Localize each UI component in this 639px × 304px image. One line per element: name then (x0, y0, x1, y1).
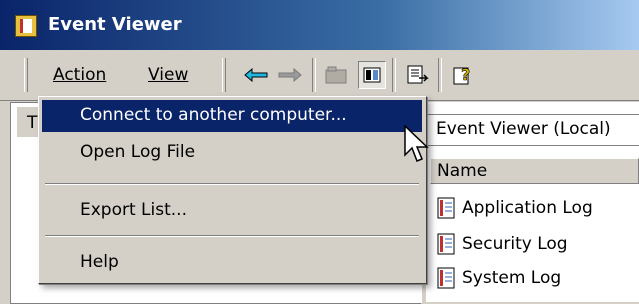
show-hide-tree-icon[interactable] (358, 61, 386, 89)
list-item[interactable]: System Log (436, 264, 561, 292)
svg-text:?: ? (461, 65, 470, 84)
details-pane[interactable]: Event Viewer (Local) Name Application Lo… (426, 102, 639, 302)
log-file-icon (437, 233, 455, 255)
menu-item-open-log-file[interactable]: Open Log File (42, 137, 422, 169)
export-icon[interactable] (404, 61, 432, 89)
menu-item-export-list[interactable]: Export List... (42, 195, 422, 227)
toolbar-grip-2[interactable] (222, 58, 226, 92)
log-name: System Log (462, 268, 562, 288)
menu-view[interactable]: View (148, 65, 188, 85)
toolbar-grip[interactable] (24, 58, 28, 92)
menu-item-connect-to-another-computer[interactable]: Connect to another computer... (42, 100, 422, 132)
toolbar-separator (312, 58, 316, 92)
forward-arrow-icon[interactable] (276, 61, 304, 89)
pane-header: Event Viewer (Local) (426, 114, 639, 146)
help-icon[interactable]: ? (450, 61, 478, 89)
action-menu: Connect to another computer... Open Log … (38, 96, 427, 284)
log-name: Security Log (462, 234, 568, 254)
menu-toolbar: Action View ? (0, 52, 639, 101)
list-item[interactable]: Security Log (436, 230, 568, 258)
toolbar-separator-3 (438, 58, 442, 92)
pane-header-label: Event Viewer (Local) (436, 119, 611, 139)
window-title: Event Viewer (48, 14, 182, 35)
event-viewer-app-icon[interactable] (15, 15, 37, 37)
toolbar-separator-2 (392, 58, 396, 92)
back-arrow-icon[interactable] (242, 61, 270, 89)
menu-item-help[interactable]: Help (42, 247, 422, 279)
log-file-icon (437, 267, 455, 289)
mouse-cursor-icon (404, 125, 429, 162)
menu-separator (45, 235, 419, 237)
folder-icon[interactable] (322, 61, 350, 89)
menu-separator (45, 183, 419, 185)
column-header-name[interactable]: Name (430, 158, 639, 184)
title-bar: Event Viewer (0, 0, 639, 50)
menu-action[interactable]: Action (53, 65, 106, 85)
log-name: Application Log (462, 198, 593, 218)
log-file-icon (437, 197, 455, 219)
list-item[interactable]: Application Log (436, 194, 593, 222)
